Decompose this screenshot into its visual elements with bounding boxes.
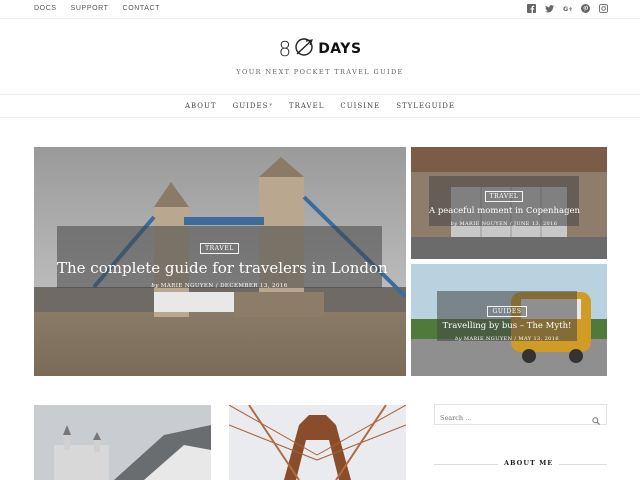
featured-main-overlay: TRAVEL The complete guide for travelers …	[57, 226, 388, 289]
nav-item-about[interactable]: ABOUT	[185, 102, 217, 110]
featured-post-main[interactable]: TRAVEL The complete guide for travelers …	[34, 147, 406, 376]
google-plus-icon[interactable]: G+	[563, 4, 572, 13]
meta-by: by	[455, 336, 462, 342]
category-badge[interactable]: TRAVEL	[200, 243, 239, 254]
logo-number: 8	[278, 37, 292, 61]
search-icon[interactable]	[592, 410, 600, 425]
featured-side-top-title[interactable]: A peaceful moment in Copenhagen	[429, 206, 580, 216]
search-input[interactable]	[435, 408, 585, 428]
instagram-icon[interactable]	[599, 4, 608, 13]
top-nav: DOCS SUPPORT CONTACT	[34, 5, 160, 12]
featured-side-bottom-title[interactable]: Travelling by bus – The Myth!	[437, 321, 577, 331]
nav-item-guides-label: GUIDES	[232, 102, 269, 110]
featured-side-bottom-overlay: GUIDES Travelling by bus – The Myth! by M…	[437, 291, 577, 342]
chevron-down-icon: ▾	[269, 102, 273, 108]
pinterest-icon[interactable]	[581, 4, 590, 13]
featured-main-title[interactable]: The complete guide for travelers in Lond…	[57, 259, 388, 277]
castle-image	[34, 405, 211, 480]
top-link-docs[interactable]: DOCS	[34, 5, 57, 12]
top-link-support[interactable]: SUPPORT	[71, 5, 109, 12]
logo-word: DAYS	[318, 41, 362, 57]
about-me-heading: ABOUT ME	[434, 458, 607, 470]
featured-post-side-top[interactable]: TRAVEL A peaceful moment in Copenhagen b…	[411, 147, 607, 259]
meta-author[interactable]: MARIE NGUYEN	[161, 283, 214, 289]
meta-author[interactable]: MARIE NGUYEN	[460, 221, 508, 227]
post-meta: by MARIE NGUYEN / JUNE 13, 2016	[450, 221, 558, 227]
nav-item-cuisine[interactable]: CUISINE	[340, 102, 380, 110]
social-links: G+	[527, 4, 608, 13]
category-badge[interactable]: GUIDES	[487, 306, 527, 317]
nav-item-styleguide[interactable]: STYLEGUIDE	[396, 102, 455, 110]
post-card-castle[interactable]	[34, 405, 211, 480]
category-badge[interactable]: TRAVEL	[484, 191, 524, 202]
site-logo[interactable]: 8 DAYS	[278, 34, 361, 64]
meta-by: by	[151, 283, 159, 289]
facebook-icon[interactable]	[527, 4, 536, 13]
nav-item-guides[interactable]: GUIDES▾	[233, 102, 273, 110]
meta-author[interactable]: MARIE NGUYEN	[464, 336, 512, 342]
search-box	[434, 404, 607, 428]
meta-date: JUNE 13, 2016	[514, 221, 558, 227]
site-brand: 8 DAYS	[0, 34, 640, 64]
meta-date: DECEMBER 13, 2016	[220, 283, 288, 289]
featured-side-top-overlay: TRAVEL A peaceful moment in Copenhagen b…	[429, 176, 580, 227]
post-card-bridge[interactable]	[229, 405, 406, 480]
brooklyn-bridge-image	[229, 405, 406, 480]
site-tagline: YOUR NEXT POCKET TRAVEL GUIDE	[236, 68, 404, 76]
twitter-icon[interactable]	[545, 4, 554, 13]
meta-date: MAY 13, 2016	[518, 336, 559, 342]
svg-text:G+: G+	[563, 6, 572, 13]
top-link-contact[interactable]: CONTACT	[123, 5, 161, 12]
top-bar: DOCS SUPPORT CONTACT G+	[0, 0, 640, 19]
about-me-title: ABOUT ME	[498, 459, 560, 467]
globe-plane-icon	[293, 36, 315, 62]
post-meta: by MARIE NGUYEN / DECEMBER 13, 2016	[151, 283, 288, 289]
post-meta: by MARIE NGUYEN / MAY 13, 2016	[455, 336, 559, 342]
nav-item-travel[interactable]: TRAVEL	[289, 102, 324, 110]
main-nav: ABOUT GUIDES▾ TRAVEL CUISINE STYLEGUIDE	[0, 94, 640, 118]
meta-by: by	[450, 221, 458, 227]
featured-post-side-bottom[interactable]: GUIDES Travelling by bus – The Myth! by M…	[411, 264, 607, 376]
